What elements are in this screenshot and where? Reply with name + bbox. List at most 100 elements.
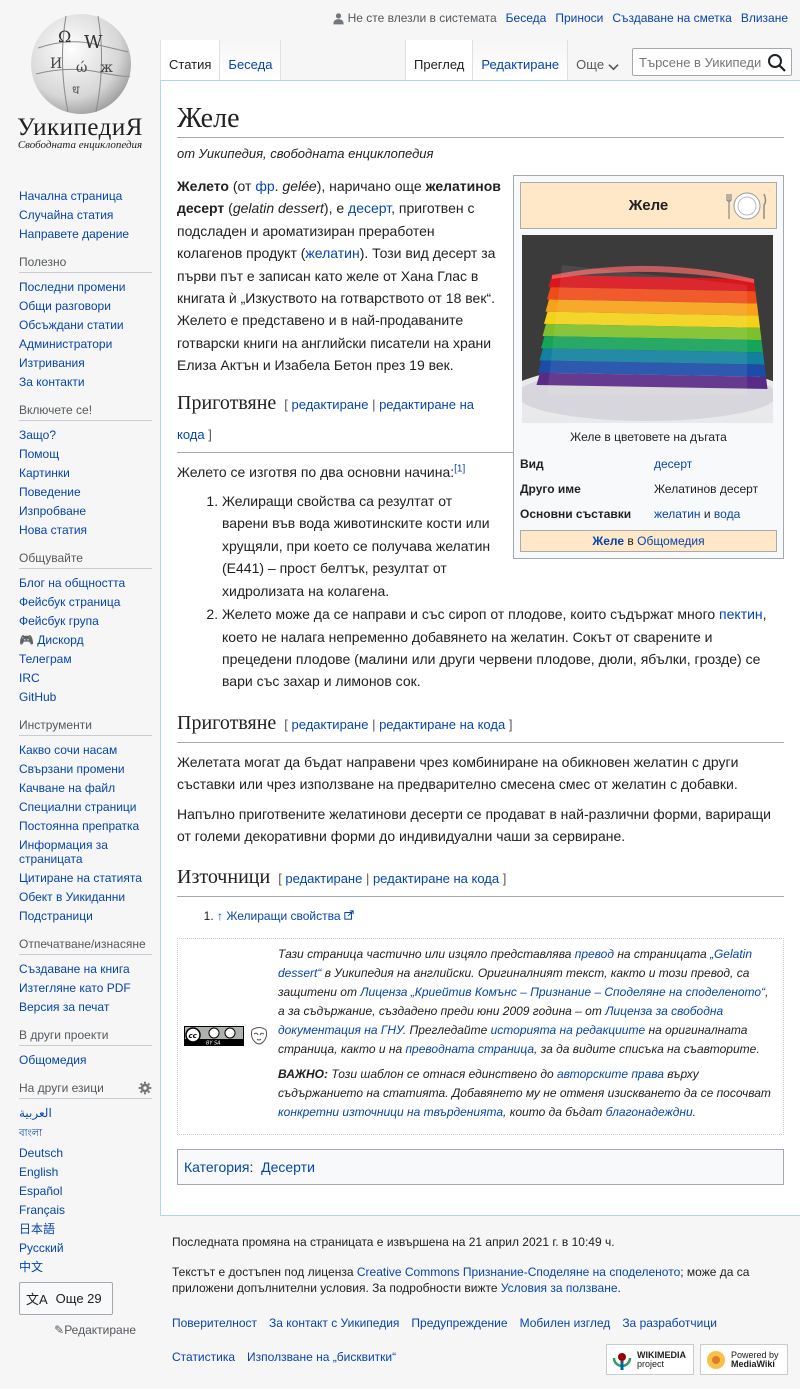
license-link[interactable]: Creative Commons Признание-Споделяне на … (357, 1265, 680, 1279)
translation-link[interactable]: превод (575, 947, 614, 961)
nav-random-article[interactable]: Случайна статия (19, 208, 113, 222)
sidebar-item-related-changes[interactable]: Свързани промени (19, 762, 125, 776)
sidebar-item-deletions[interactable]: Изтривания (19, 356, 85, 370)
sidebar-item-what-links-here[interactable]: Какво сочи насам (19, 743, 117, 757)
sidebar-item-general-talk[interactable]: Общи разговори (19, 299, 111, 313)
sidebar-item-recent-changes[interactable]: Последни промени (19, 280, 125, 294)
reliable-link[interactable]: благонадеждни (606, 1105, 693, 1119)
lang-de[interactable]: Deutsch (19, 1146, 63, 1160)
wikimedia-project-badge[interactable]: WIKIMEDIA project (606, 1344, 694, 1375)
sidebar-item-facebook-page[interactable]: Фейсбук страница (19, 595, 120, 609)
categories-label-link[interactable]: Категория (184, 1159, 249, 1175)
edit-source-link[interactable]: редактиране на кода (373, 871, 499, 886)
wikipedia-logo[interactable]: Ω W И ώ ж ध УикипедиЯ Свободната енцикло… (0, 0, 160, 160)
commons-jelly-link[interactable]: Желе (592, 534, 624, 548)
footer-mobile-link[interactable]: Мобилен изглед (520, 1316, 611, 1330)
sidebar-item-github[interactable]: GitHub (19, 690, 56, 704)
lang-ja[interactable]: 日本語 (19, 1222, 55, 1236)
sidebar-item-new-article[interactable]: Нова статия (19, 523, 87, 537)
login-link[interactable]: Влизане (741, 11, 788, 25)
sidebar-item-telegram[interactable]: Телеграм (19, 652, 72, 666)
sidebar-item-admins[interactable]: Администратори (19, 337, 112, 351)
section-heading-preparation-2: Приготвяне[ редактиране | редактиране на… (177, 709, 784, 743)
edit-section-link[interactable]: редактиране (292, 717, 369, 732)
sidebar-item-page-info[interactable]: Информация за страницата (19, 838, 108, 866)
create-account-link[interactable]: Създаване на сметка (612, 11, 731, 25)
sidebar-item-blog[interactable]: Блог на общността (19, 576, 125, 590)
footer-disclaimer-link[interactable]: Предупреждение (411, 1316, 507, 1330)
edit-source-link[interactable]: редактиране на кода (379, 717, 505, 732)
search-icon[interactable] (767, 53, 787, 73)
sidebar-item-contacts[interactable]: За контакти (19, 375, 85, 389)
sidebar-item-cite[interactable]: Цитиране на статията (19, 871, 142, 885)
edit-interlanguage-links[interactable]: ✎Редактиране (19, 1323, 152, 1337)
sidebar-item-download-pdf[interactable]: Изтегляне като PDF (19, 981, 131, 995)
sidebar-item-print-version[interactable]: Версия за печат (19, 1000, 109, 1014)
external-ref-link[interactable]: Желиращи свойства (226, 909, 340, 923)
dessert-link[interactable]: десерт (348, 200, 391, 216)
footer-cookies-link[interactable]: Използване на „бисквитки“ (247, 1350, 396, 1364)
search-input[interactable] (633, 49, 767, 75)
footer-about-link[interactable]: За контакт с Уикипедия (269, 1316, 399, 1330)
sidebar-item-sandbox[interactable]: Изпробване (19, 504, 86, 518)
lang-bn[interactable]: বাংলা (19, 1128, 42, 1139)
sidebar-item-upload-file[interactable]: Качване на файл (19, 781, 115, 795)
history-link[interactable]: историята на редакциите (491, 1023, 646, 1037)
pectin-link[interactable]: пектин (719, 606, 763, 622)
water-link[interactable]: вода (714, 507, 740, 521)
commons-link[interactable]: Общомедия (637, 534, 704, 548)
infobox-value-link[interactable]: десерт (654, 456, 692, 472)
tab-edit[interactable]: Редактиране (473, 40, 569, 80)
lang-zh[interactable]: 中文 (19, 1260, 43, 1274)
sidebar-item-permanent-link[interactable]: Постоянна препратка (19, 819, 139, 833)
gelatin-link[interactable]: желатин (305, 245, 359, 261)
sidebar-item-special-pages[interactable]: Специални страници (19, 800, 137, 814)
infobox-label: Друго име (520, 482, 581, 496)
sidebar-item-irc[interactable]: IRC (19, 671, 40, 685)
sources-link[interactable]: конкретни източници на твърденията (278, 1105, 503, 1119)
lang-en[interactable]: English (19, 1165, 58, 1179)
tab-read[interactable]: Преглед (405, 40, 474, 80)
more-languages-button[interactable]: 文A Още 29 (19, 1282, 113, 1315)
sidebar-item-discussed-articles[interactable]: Обсъждани статии (19, 318, 124, 332)
portal-communicate: Общувайте Блог на общността Фейсбук стра… (0, 547, 160, 706)
translated-page-link[interactable]: преводната страница (405, 1042, 534, 1056)
ref-backlink[interactable]: ↑ (217, 909, 223, 923)
category-desserts-link[interactable]: Десерти (261, 1159, 315, 1175)
gear-icon[interactable] (138, 1081, 152, 1095)
lang-ar[interactable]: العربية (19, 1106, 52, 1120)
tab-talk[interactable]: Беседа (220, 40, 282, 80)
sidebar-item-help[interactable]: Помощ (19, 447, 59, 461)
ref-link[interactable]: [1] (454, 463, 465, 474)
rainbow-jelly-image[interactable] (497, 235, 797, 443)
tab-article[interactable]: Статия (160, 40, 221, 80)
footer-privacy-link[interactable]: Поверителност (172, 1316, 257, 1330)
sidebar-item-subpages[interactable]: Подстраници (19, 909, 93, 923)
powered-by-mediawiki-badge[interactable]: Powered by MediaWiki (700, 1344, 788, 1375)
more-menu[interactable]: Още (568, 40, 625, 80)
sidebar-item-why[interactable]: Защо? (19, 428, 56, 442)
personal-contributions-link[interactable]: Приноси (555, 11, 603, 25)
lang-fr[interactable]: Français (19, 1203, 65, 1217)
terms-link[interactable]: Условия за ползване (501, 1281, 618, 1295)
copyright-link[interactable]: авторските права (557, 1067, 664, 1081)
sidebar-item-wikidata[interactable]: Обект в Уикиданни (19, 890, 125, 904)
personal-talk-link[interactable]: Беседа (506, 11, 547, 25)
sidebar-item-commons[interactable]: Общомедия (19, 1053, 86, 1067)
nav-main-page[interactable]: Начална страница (19, 189, 122, 203)
sidebar-item-facebook-group[interactable]: Фейсбук група (19, 614, 99, 628)
edit-section-link[interactable]: редактиране (285, 871, 362, 886)
gelatin-link[interactable]: желатин (654, 507, 701, 521)
sidebar-item-images[interactable]: Картинки (19, 466, 70, 480)
footer-stats-link[interactable]: Статистика (172, 1350, 235, 1364)
edit-section-link[interactable]: редактиране (292, 397, 369, 412)
footer-developers-link[interactable]: За разработчици (622, 1316, 717, 1330)
nav-donate[interactable]: Направете дарение (19, 227, 129, 241)
lang-ru[interactable]: Русский (19, 1241, 64, 1255)
sidebar-item-create-book[interactable]: Създаване на книга (19, 962, 130, 976)
sidebar-item-behavior[interactable]: Поведение (19, 485, 81, 499)
french-link[interactable]: фр (255, 178, 274, 194)
cc-license-link[interactable]: Лиценза „Криейтив Комънс – Признание – С… (360, 985, 765, 999)
lang-es[interactable]: Español (19, 1184, 62, 1198)
sidebar-item-discord[interactable]: 🎮 Дискорд (19, 633, 84, 647)
